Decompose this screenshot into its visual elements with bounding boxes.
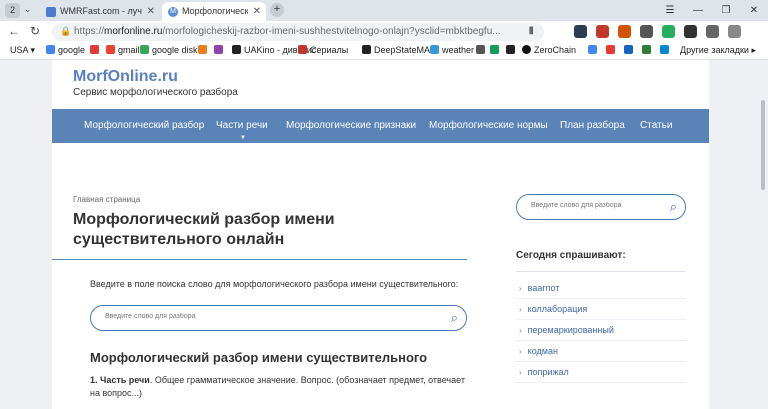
chevron-right-icon: › — [519, 368, 522, 377]
chevron-down-icon: ▼ — [240, 135, 246, 141]
site-tagline: Сервис морфологического разбора — [73, 87, 238, 98]
reload-icon[interactable]: ↻ — [30, 24, 40, 38]
search-icon[interactable]: ⌕ — [670, 199, 677, 215]
chevron-right-icon: › — [519, 326, 522, 335]
section-paragraph: 1. Часть речи. Общее грамматическое знач… — [90, 375, 465, 398]
scrollbar-thumb[interactable] — [761, 100, 765, 190]
site-logo[interactable]: MorfOnline.ru — [73, 68, 178, 86]
list-item[interactable]: › поприжал — [516, 362, 686, 383]
address-bar[interactable]: 🔒 https://morfonline.ru/morfologicheskij… — [52, 23, 544, 41]
tab-title: WMRFast.com - лучшее м — [60, 6, 142, 16]
asked-word-link[interactable]: коллаборация — [528, 304, 588, 314]
bookmark-item[interactable] — [624, 45, 636, 55]
asked-word-link[interactable]: кодман — [528, 346, 558, 356]
asked-today-title: Сегодня спрашивают: — [516, 250, 626, 261]
profile-icon[interactable] — [728, 25, 741, 38]
bookmark-item[interactable] — [90, 45, 102, 55]
main-nav: Морфологический разбор Части речи ▼ Морф… — [52, 109, 709, 143]
bookmark-item[interactable] — [642, 45, 654, 55]
asked-divider — [516, 271, 686, 272]
sidebar-search-input[interactable] — [531, 202, 661, 209]
chevron-right-icon: › — [519, 305, 522, 314]
bookmark-item[interactable]: USA ▾ — [10, 45, 35, 56]
section-heading: Морфологический разбор имени существител… — [90, 350, 428, 365]
bookmark-item[interactable]: gmail — [106, 45, 140, 55]
bookmark-item[interactable] — [198, 45, 210, 55]
nav-item-analysis-plan[interactable]: План разбора — [560, 120, 625, 131]
tab-counter[interactable]: 2 — [5, 3, 20, 18]
bookmark-item[interactable] — [214, 45, 226, 55]
chevron-right-icon: › — [519, 284, 522, 293]
wmrfast-favicon-icon — [46, 7, 56, 17]
bookmark-item[interactable] — [660, 45, 672, 55]
list-item[interactable]: › кодман — [516, 341, 686, 362]
nav-item-morph-analysis[interactable]: Морфологический разбор — [84, 120, 204, 131]
list-item[interactable]: › коллаборация — [516, 299, 686, 320]
extension-icon[interactable] — [596, 25, 609, 38]
restore-icon[interactable]: ❐ — [712, 0, 740, 21]
extension-icons — [574, 25, 741, 38]
page-scrollbar[interactable] — [758, 60, 768, 409]
bookmark-icon[interactable]: ▮ — [528, 25, 534, 36]
nav-item-morph-features[interactable]: Морфологические признаки — [286, 120, 416, 131]
chevron-right-icon: › — [519, 347, 522, 356]
window-controls: ☰ — ❐ ✕ — [656, 0, 768, 21]
bookmark-item[interactable]: DeepStateMAP — [362, 45, 436, 55]
page-viewport: MorfOnline.ru Сервис морфологического ра… — [0, 60, 768, 409]
asked-word-link[interactable]: ваагпот — [528, 283, 560, 293]
tab-morfonline[interactable]: M Морфологический раз ✕ — [162, 2, 266, 21]
extension-icon[interactable] — [618, 25, 631, 38]
bookmark-item[interactable] — [476, 45, 488, 55]
extension-icon[interactable] — [684, 25, 697, 38]
tab-strip: 2 ⌄ WMRFast.com - лучшее м ✕ M Морфологи… — [0, 0, 768, 21]
list-item[interactable]: › ваагпот — [516, 278, 686, 299]
main-search-box: ⌕ — [90, 305, 467, 331]
bookmark-item[interactable]: ZeroChain — [522, 45, 576, 55]
new-tab-button[interactable]: + — [270, 3, 284, 17]
other-bookmarks[interactable]: Другие закладки ▸ — [680, 45, 756, 56]
bookmark-item[interactable]: weather — [430, 45, 474, 55]
asked-today-list: › ваагпот › коллаборация › перемаркированны… — [516, 278, 686, 383]
bookmark-item[interactable]: Сериалы — [298, 45, 348, 55]
tab-title: Морфологический раз — [182, 6, 248, 16]
address-toolbar: ← ↻ 🔒 https://morfonline.ru/morfologiche… — [0, 21, 768, 43]
close-window-icon[interactable]: ✕ — [740, 0, 768, 21]
back-icon[interactable]: ← — [8, 24, 20, 38]
nav-item-articles[interactable]: Статьи — [640, 120, 672, 131]
extension-icon[interactable] — [640, 25, 653, 38]
search-hint: Введите в поле поиска слово для морфолог… — [90, 279, 459, 289]
bookmark-item[interactable]: google disk — [140, 45, 198, 55]
nav-item-parts-of-speech[interactable]: Части речи — [216, 120, 268, 131]
tab-wmrfast[interactable]: WMRFast.com - лучшее м ✕ — [40, 2, 160, 21]
asked-word-link[interactable]: перемаркированный — [528, 325, 614, 335]
main-search-input[interactable] — [105, 313, 405, 320]
sidebar-search-box: ⌕ — [516, 194, 686, 220]
url-text: https://morfonline.ru/morfologicheskij-r… — [74, 26, 501, 37]
download-icon[interactable] — [662, 25, 675, 38]
bookmark-item[interactable] — [588, 45, 600, 55]
breadcrumb[interactable]: Главная страница — [73, 195, 140, 204]
asked-word-link[interactable]: поприжал — [528, 367, 569, 377]
bookmark-item[interactable]: google — [46, 45, 85, 55]
title-divider — [52, 259, 467, 260]
page-sheet: MorfOnline.ru Сервис морфологического ра… — [52, 60, 709, 409]
bookmark-item[interactable] — [490, 45, 502, 55]
morfonline-favicon-icon: M — [168, 7, 178, 17]
tab-menu-icon[interactable]: ☰ — [656, 0, 684, 21]
extension-icon[interactable] — [574, 25, 587, 38]
tab-list-chevron-icon[interactable]: ⌄ — [24, 4, 32, 15]
bookmark-item[interactable] — [506, 45, 518, 55]
search-icon[interactable]: ⌕ — [451, 310, 458, 326]
minimize-icon[interactable]: — — [684, 0, 712, 21]
bookmarks-bar: USA ▾ google gmail google disk UAKino - … — [0, 43, 768, 60]
close-tab-icon[interactable]: ✕ — [253, 2, 261, 21]
list-item[interactable]: › перемаркированный — [516, 320, 686, 341]
lock-icon: 🔒 — [60, 26, 72, 36]
close-tab-icon[interactable]: ✕ — [147, 2, 155, 21]
extensions-puzzle-icon[interactable] — [706, 25, 719, 38]
page-title: Морфологический разбор имени существител… — [73, 211, 335, 248]
nav-item-morph-norms[interactable]: Морфологические нормы — [429, 120, 548, 131]
bookmark-item[interactable] — [606, 45, 618, 55]
